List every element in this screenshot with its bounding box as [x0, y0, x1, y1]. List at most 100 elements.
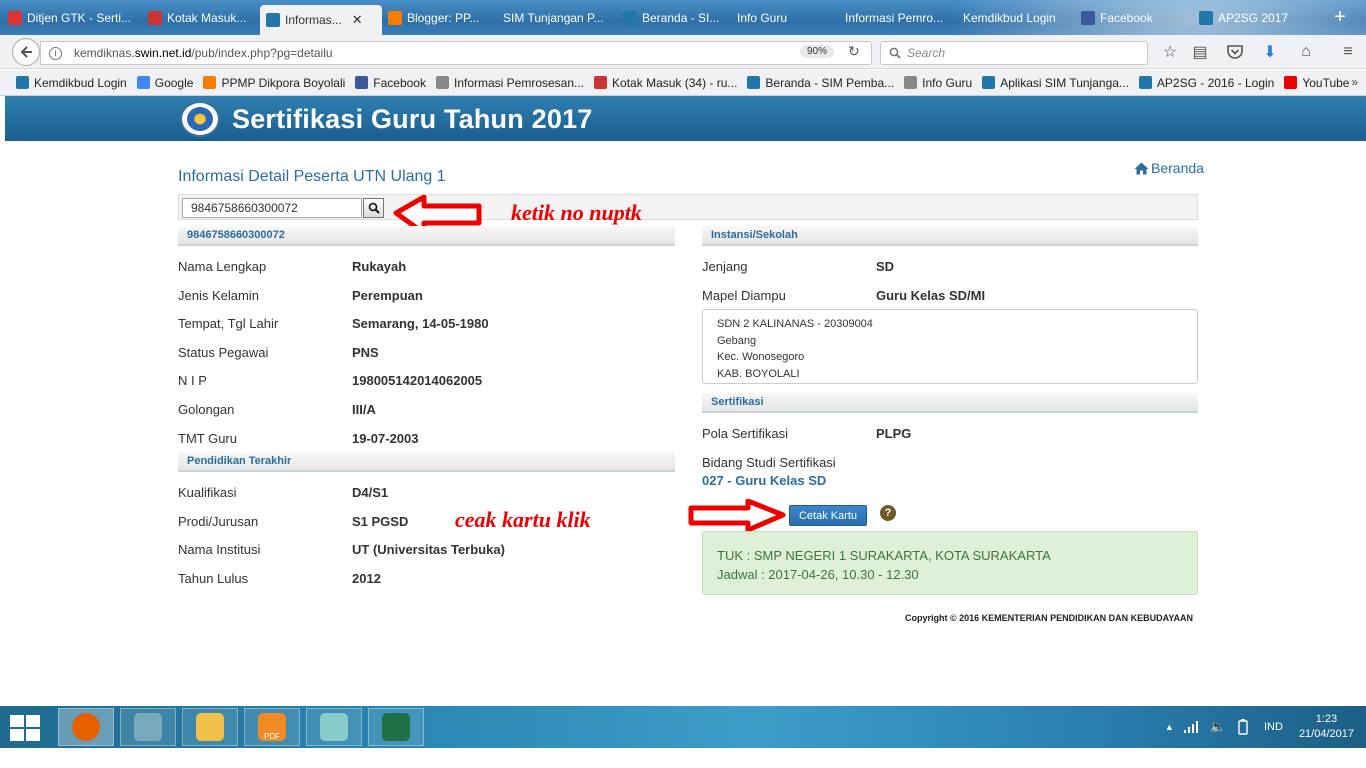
browser-search-input[interactable]: Search [880, 41, 1148, 65]
field-value: Rukayah [352, 259, 407, 274]
field-label: Tempat, Tgl Lahir [178, 316, 279, 332]
tab-label: Beranda - SI... [642, 11, 720, 25]
field-label: Jenjang [702, 259, 748, 274]
pocket-icon[interactable] [1222, 40, 1248, 64]
home-link[interactable]: Beranda [1134, 160, 1204, 176]
tab-1[interactable]: Ditjen GTK - Serti... [2, 4, 142, 32]
tab-favicon-icon [623, 11, 637, 25]
field-label: N I P [178, 373, 207, 389]
taskbar-app-button[interactable]: PDF [244, 708, 300, 746]
tab-5[interactable]: SIM Tunjangan P... [497, 4, 617, 32]
bookmark-item[interactable]: Info Guru [904, 76, 972, 90]
bookmark-label: YouTube [1302, 75, 1350, 90]
taskbar-app-button[interactable] [182, 708, 238, 746]
language-indicator[interactable]: IND [1264, 721, 1283, 733]
taskbar-app-button[interactable] [368, 708, 424, 746]
tab-label: Ditjen GTK - Serti... [27, 11, 132, 25]
bookmark-item[interactable]: Kotak Masuk (34) - ru... [594, 76, 737, 90]
bookmark-favicon-icon [1284, 76, 1298, 89]
tab-label: Blogger: PP... [407, 11, 480, 25]
excel-icon [382, 713, 410, 741]
tab-2[interactable]: Kotak Masuk... [142, 4, 260, 32]
field-label: Nama Institusi [178, 542, 261, 558]
field-label: Nama Lengkap [178, 259, 267, 274]
bookmark-item[interactable]: Beranda - SIM Pemba... [747, 76, 894, 90]
menu-icon[interactable]: ≡ [1335, 40, 1361, 64]
help-icon[interactable]: ? [880, 505, 896, 521]
bookmark-item[interactable]: Aplikasi SIM Tunjanga... [982, 76, 1129, 90]
taskbar-app-button[interactable] [58, 708, 114, 746]
field-label: Mapel Diampu [702, 288, 786, 303]
bookmark-favicon-icon [904, 76, 918, 89]
tab-11[interactable]: AP2SG 2017 [1193, 4, 1311, 32]
tab-8[interactable]: Informasi Pemro... [839, 4, 957, 32]
bookmark-star-icon[interactable]: ☆ [1157, 40, 1183, 64]
new-tab-button[interactable]: + [1328, 6, 1352, 29]
bookmark-item[interactable]: Kemdikbud Login [16, 76, 127, 90]
nuptk-input[interactable] [182, 198, 362, 218]
url-host: swin.net.id [134, 46, 192, 60]
pola-value: PLPG [876, 426, 912, 441]
bookmark-label: Google [154, 75, 194, 90]
bookmark-item[interactable]: AP2SG - 2016 - Login [1138, 75, 1275, 90]
field-value: 19-07-2003 [352, 430, 419, 446]
tab-4[interactable]: Blogger: PP... [382, 4, 497, 32]
clock[interactable]: 1:23 21/04/2017 [1299, 712, 1354, 742]
bookmark-label: Aplikasi SIM Tunjanga... [1000, 75, 1129, 90]
bookmark-item[interactable]: Google [136, 75, 194, 90]
url-bar[interactable]: i kemdiknas. swin.net.id/pub/index.php?pg… [40, 41, 872, 65]
system-tray: ▲ 🔈 IND 1:23 21/04/2017 [1165, 706, 1366, 748]
field-label: Golongan [178, 402, 235, 417]
firefox-icon [72, 713, 100, 741]
tray-caret-icon[interactable]: ▲ [1165, 722, 1174, 732]
nuptk-search-row [178, 194, 1198, 220]
zoom-indicator[interactable]: 90% [800, 45, 835, 58]
tab-favicon-icon [8, 11, 22, 25]
volume-icon[interactable]: 🔈 [1210, 719, 1226, 735]
home-icon[interactable]: ⌂ [1293, 40, 1319, 64]
nuptk-search-button[interactable] [363, 198, 384, 218]
tab-9[interactable]: Kemdikbud Login [957, 4, 1075, 32]
tab-6[interactable]: Beranda - SI... [617, 4, 731, 32]
tab-favicon-icon [148, 11, 162, 25]
battery-icon[interactable] [1238, 719, 1248, 735]
signal-icon[interactable] [1183, 721, 1200, 733]
field-label: Kualifikasi [178, 485, 237, 500]
url-path: /pub/index.php?pg=detailu [191, 46, 333, 60]
taskbar-app-button[interactable] [306, 708, 362, 746]
bookmark-label: PPMP Dikpora Boyolali [221, 75, 346, 90]
main-content: Informasi Detail Peserta UTN Ulang 1 Ber… [0, 141, 1366, 706]
bookmark-label: Facebook [373, 75, 426, 90]
taskbar-app-button[interactable] [120, 708, 176, 746]
field-label: Status Pegawai [178, 344, 269, 360]
bookmarks-overflow-button[interactable]: » [1351, 75, 1358, 89]
print-card-button[interactable]: Cetak Kartu [789, 505, 867, 526]
info-icon: i [49, 46, 62, 60]
tab-label: Informasi Pemro... [845, 11, 944, 25]
download-icon[interactable]: ⬇ [1257, 40, 1283, 64]
start-button[interactable] [8, 714, 42, 742]
tab-3[interactable]: Informas... ✕ [260, 5, 382, 35]
clock-date: 21/04/2017 [1298, 728, 1354, 740]
tab-label: SIM Tunjangan P... [503, 11, 604, 25]
institution-section-header: Instansi/Sekolah [702, 226, 1198, 246]
field-value: 2012 [352, 570, 381, 586]
tab-label: Info Guru [737, 11, 788, 25]
reading-list-icon[interactable]: ▤ [1187, 40, 1213, 64]
magnifier-icon [368, 202, 380, 214]
school-line: Kec. Wonosegoro [717, 351, 805, 363]
annotation-type-nuptk: ketik no nuptk [511, 200, 642, 225]
reload-icon[interactable]: ↻ [848, 43, 860, 60]
tab-label: Kotak Masuk... [167, 11, 247, 25]
close-tab-icon[interactable]: ✕ [352, 12, 363, 28]
bookmark-item[interactable]: Facebook [355, 76, 426, 90]
tab-7[interactable]: Info Guru [731, 4, 839, 32]
bookmark-item[interactable]: Informasi Pemrosesan... [435, 76, 584, 90]
field-label: Tahun Lulus [178, 570, 249, 586]
back-button[interactable] [12, 38, 40, 66]
tab-10[interactable]: Facebook [1075, 4, 1193, 32]
bookmark-label: AP2SG - 2016 - Login [1156, 75, 1275, 90]
bottom-strip [0, 748, 1366, 768]
bookmark-item[interactable]: PPMP Dikpora Boyolali [203, 76, 345, 90]
bookmark-item[interactable]: YouTube [1284, 76, 1349, 90]
